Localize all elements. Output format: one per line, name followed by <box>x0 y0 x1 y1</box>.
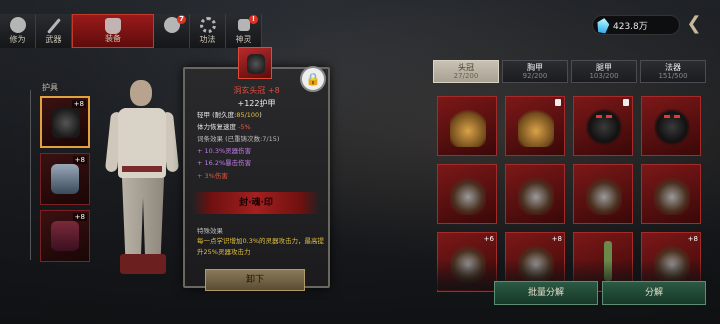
gear-icon <box>199 17 216 33</box>
feather-helmet-icon <box>654 175 690 215</box>
character-head <box>130 80 152 106</box>
tab-label: 腿甲 <box>596 62 612 72</box>
tab-label: 神灵 <box>235 35 252 44</box>
stat-value: -5% <box>238 123 251 131</box>
decompose-button[interactable]: 分解 <box>602 281 706 305</box>
item-type-line: 轻甲 (耐久度:85/100) <box>197 110 262 121</box>
character-model <box>104 78 180 283</box>
lock-icon <box>237 19 250 31</box>
unequip-button[interactable]: 卸下 <box>205 269 305 291</box>
tab-cultivation[interactable]: 修为 <box>0 14 36 48</box>
tab-label: 胸甲 <box>527 62 543 72</box>
lock-icon <box>623 99 629 106</box>
tab-label: 功法 <box>199 35 216 44</box>
tab-equipment[interactable]: 装备 <box>72 14 154 48</box>
demon-helmet-icon <box>586 107 622 147</box>
gold-helmet-icon <box>518 107 554 147</box>
item-level: +8 <box>71 100 86 108</box>
tab-helmet[interactable]: 头冠 27/200 <box>433 60 499 83</box>
equip-slot-boots[interactable]: +8 <box>40 210 90 262</box>
back-arrow-icon[interactable]: ❮ <box>683 12 705 36</box>
durability-label: (耐久度: <box>212 111 237 119</box>
character-boots <box>120 254 166 274</box>
equipment-label: 护具 <box>42 83 58 92</box>
inventory-item[interactable] <box>573 96 633 156</box>
item-level: +8 <box>72 213 87 221</box>
item-level: +8 <box>687 235 698 243</box>
spirit-gem-icon <box>596 17 610 34</box>
item-level: +6 <box>483 235 494 243</box>
tab-chest[interactable]: 胸甲 92/200 <box>502 60 568 83</box>
durability-value: 85/100 <box>236 111 260 119</box>
demon-eyes <box>664 115 670 118</box>
tab-artifact[interactable]: 法器 151/500 <box>640 60 706 83</box>
robe-icon <box>105 18 121 34</box>
boots-icon <box>51 221 79 251</box>
character-belt <box>122 166 162 172</box>
tooltip-item-icon <box>238 47 272 79</box>
affix-item: + 10.3%灵器伤害 <box>197 147 252 155</box>
affix-header: 词条效果 (已重铸次数:7/15) <box>197 135 280 143</box>
special-effect-label: 特殊效果 <box>197 227 223 235</box>
special-effect-desc: 每一点学识增加0.3%的灵器攻击力，最高提升25%灵器攻击力 <box>197 237 325 256</box>
helmet-icon <box>52 108 80 138</box>
feather-helmet-icon <box>586 175 622 215</box>
tab-count: 27/200 <box>453 71 479 80</box>
item-level: +8 <box>72 156 87 164</box>
tab-figure[interactable]: 7 <box>154 14 190 48</box>
armor-icon <box>51 164 79 194</box>
currency-display: 423.8万 <box>592 15 680 35</box>
notification-badge: 7 <box>177 15 186 24</box>
tab-count: 92/200 <box>522 71 548 80</box>
sword-icon <box>46 18 61 34</box>
seal-banner: 封·魂·印 <box>192 192 320 214</box>
tab-legs[interactable]: 腿甲 103/200 <box>571 60 637 83</box>
inventory-item[interactable] <box>437 96 497 156</box>
equipment-bracket <box>30 90 36 260</box>
item-level: +8 <box>551 235 562 243</box>
tab-weapon[interactable]: 武器 <box>36 14 72 48</box>
equip-slot-helmet[interactable]: +8 <box>40 96 90 148</box>
inventory-item[interactable] <box>437 164 497 224</box>
top-tab-bar: 修为 武器 装备 7 功法 ! 神灵 <box>0 14 262 48</box>
lock-icon <box>555 99 561 106</box>
item-type: 轻甲 <box>197 111 210 119</box>
stat-label: 体力恢复速度 <box>197 123 236 131</box>
helmet-icon <box>247 54 265 74</box>
inventory-item[interactable] <box>641 164 701 224</box>
tab-count: 103/200 <box>589 71 619 80</box>
tab-label: 修为 <box>9 35 26 44</box>
currency-value: 423.8万 <box>613 21 648 32</box>
tab-label: 武器 <box>45 35 62 44</box>
tab-label: 法器 <box>665 62 681 72</box>
tab-count: 151/500 <box>658 71 688 80</box>
bulk-decompose-button[interactable]: 批量分解 <box>494 281 598 305</box>
tab-label: 装备 <box>105 34 121 43</box>
item-main-stat: +122护甲 <box>237 99 276 108</box>
person-icon <box>9 17 26 33</box>
character-legs <box>122 178 164 258</box>
demon-eyes <box>596 115 602 118</box>
durability-close: ) <box>259 111 262 119</box>
inventory-item[interactable] <box>573 164 633 224</box>
demon-helmet-icon <box>654 107 690 147</box>
inventory-item[interactable] <box>641 96 701 156</box>
notification-badge: ! <box>249 15 258 24</box>
item-name: 洞玄头冠 +8 <box>233 86 280 95</box>
affix-item: + 16.2%暴击伤害 <box>197 159 252 167</box>
feather-helmet-icon <box>450 175 486 215</box>
inventory-item[interactable] <box>505 96 565 156</box>
stat-line: 体力恢复速度 -5% <box>197 122 251 133</box>
tab-label: 头冠 <box>458 62 474 72</box>
tab-deity[interactable]: ! 神灵 <box>226 14 262 48</box>
inventory-item[interactable] <box>505 164 565 224</box>
affix-item: + 3%伤害 <box>197 172 228 180</box>
inventory-tabs: 头冠 27/200 胸甲 92/200 腿甲 103/200 法器 151/50… <box>433 60 706 83</box>
gold-helmet-icon <box>450 107 486 147</box>
feather-helmet-icon <box>518 175 554 215</box>
equip-slot-armor[interactable]: +8 <box>40 153 90 205</box>
tab-skills[interactable]: 功法 <box>190 14 226 48</box>
